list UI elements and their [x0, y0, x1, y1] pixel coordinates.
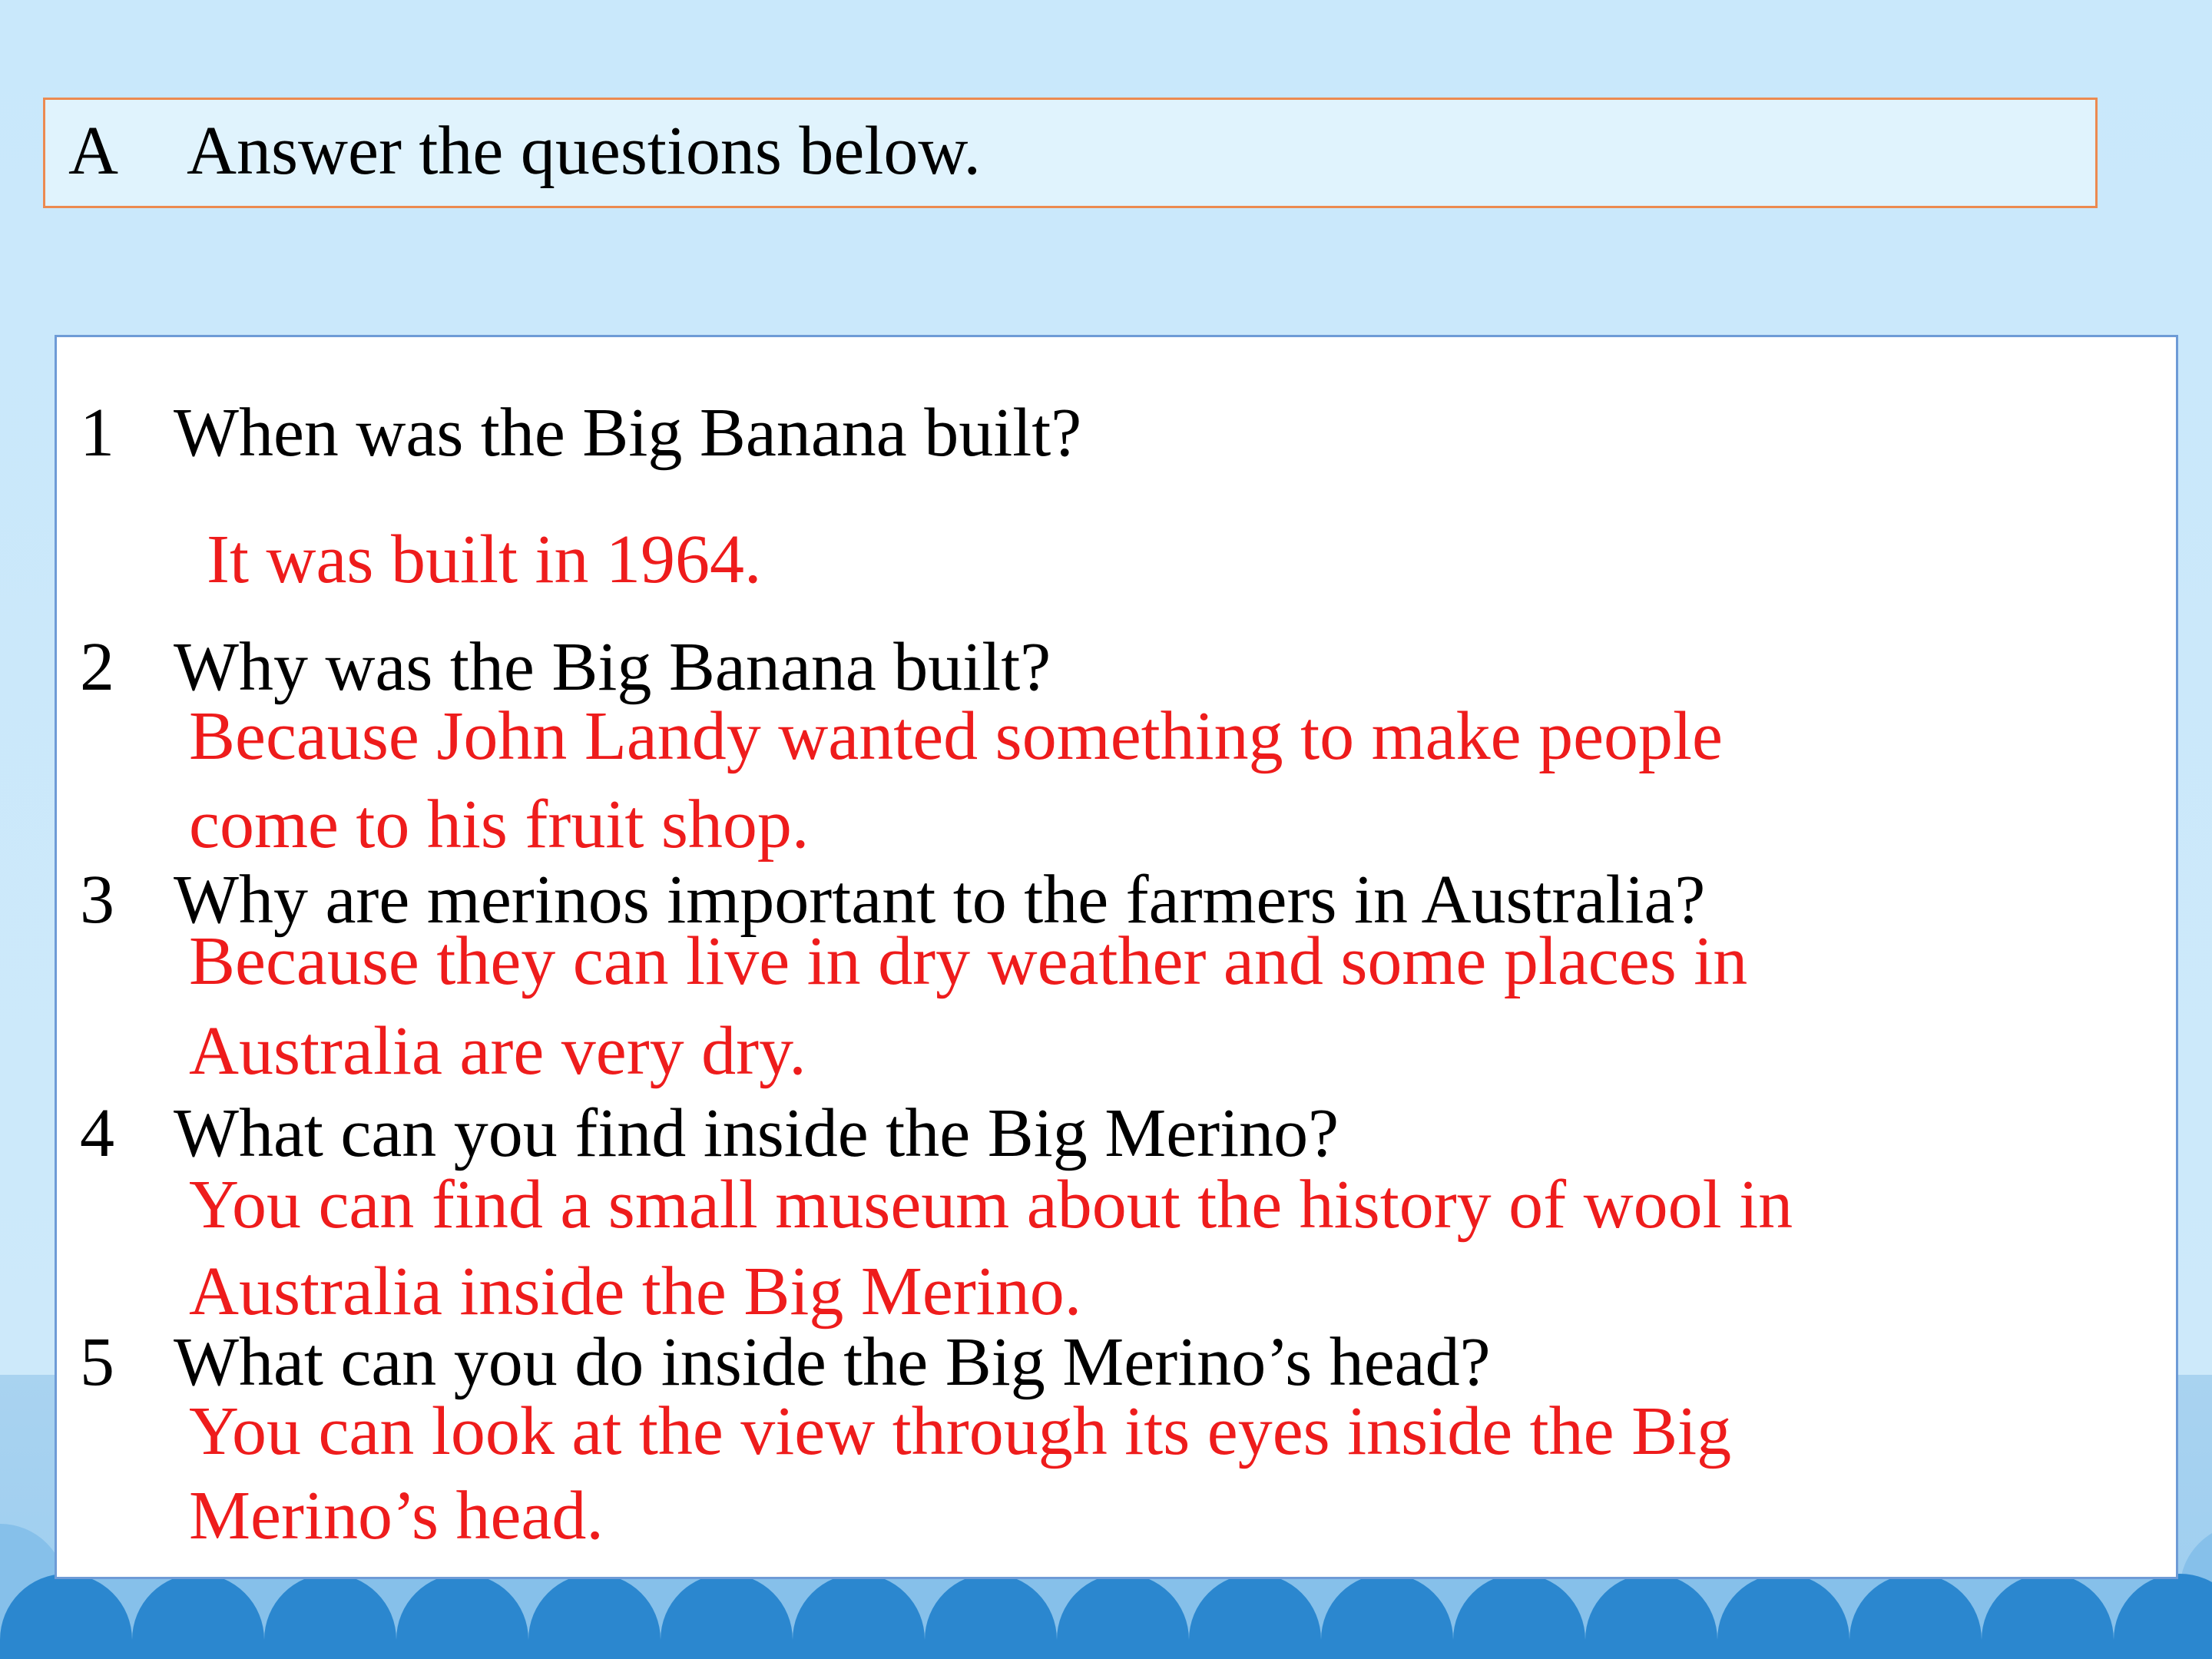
answer-line: Because they can live in dry weather and…	[189, 923, 1748, 999]
answer-line: Australia are very dry.	[189, 1013, 806, 1089]
instruction-header: A Answer the questions below.	[43, 98, 2098, 208]
answer-line: It was built in 1964.	[207, 522, 762, 598]
question-text: What can you find inside the Big Merino?	[174, 1095, 1339, 1171]
answer-line: You can look at the view through its eye…	[189, 1393, 1732, 1469]
question-text: What can you do inside the Big Merino’s …	[174, 1324, 1491, 1400]
section-letter: A	[68, 113, 118, 189]
answer-line: Merino’s head.	[189, 1478, 604, 1554]
qa-panel: 1 When was the Big Banana built? It was …	[55, 335, 2178, 1579]
question-number: 2	[80, 629, 114, 705]
answer-line: You can find a small museum about the hi…	[189, 1167, 1793, 1243]
question-number: 3	[80, 862, 114, 938]
question-text: When was the Big Banana built?	[174, 395, 1082, 471]
question-number: 5	[80, 1324, 114, 1400]
answer-line: Because John Landy wanted something to m…	[189, 698, 1723, 774]
question-number: 4	[80, 1095, 114, 1171]
question-number: 1	[80, 395, 114, 471]
instruction-text: Answer the questions below.	[187, 113, 981, 189]
answer-line: Australia inside the Big Merino.	[189, 1253, 1082, 1330]
question-text: Why was the Big Banana built?	[174, 629, 1051, 705]
answer-line: come to his fruit shop.	[189, 786, 810, 863]
